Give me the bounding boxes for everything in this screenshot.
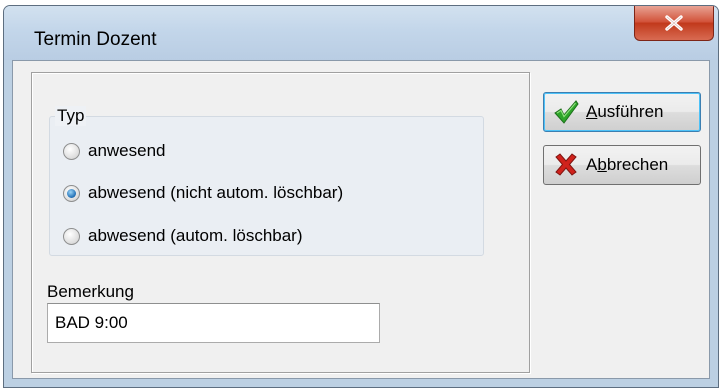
cancel-accel-key: b <box>597 155 607 174</box>
radio-selected-dot <box>67 188 76 198</box>
radio-label: abwesend (autom. löschbar) <box>88 226 303 245</box>
radio-label: abwesend (nicht autom. löschbar) <box>88 183 344 202</box>
cancel-button-label: Abbrechen <box>586 155 668 175</box>
execute-label-rest: usführen <box>597 102 664 121</box>
bemerkung-input[interactable] <box>47 303 380 343</box>
radio-label: anwesend <box>88 141 166 160</box>
dialog-window: Termin Dozent Typ anwesend abwesend (nic… <box>3 5 719 388</box>
close-button[interactable] <box>634 6 714 41</box>
checkmark-icon <box>554 100 579 124</box>
cross-icon <box>555 153 577 176</box>
bemerkung-label: Bemerkung <box>47 282 134 301</box>
window-title: Termin Dozent <box>34 29 157 50</box>
execute-button-label: Ausführen <box>586 102 664 122</box>
radio-button-checked[interactable] <box>63 184 80 202</box>
execute-accel-key: A <box>586 102 598 121</box>
cancel-label-rest: brechen <box>606 155 669 174</box>
radio-abwesend-loeschbar[interactable]: abwesend (autom. löschbar) <box>63 226 303 246</box>
radio-anwesend[interactable]: anwesend <box>63 141 166 161</box>
radio-button-unchecked[interactable] <box>63 227 80 245</box>
cancel-button[interactable]: Abbrechen <box>543 145 701 185</box>
cancel-label-pre: A <box>586 155 598 174</box>
close-icon <box>665 14 683 31</box>
typ-group-legend: Typ <box>55 106 87 126</box>
dialog-client-area: Typ anwesend abwesend (nicht autom. lösc… <box>12 60 710 379</box>
radio-abwesend-nicht-loeschbar[interactable]: abwesend (nicht autom. löschbar) <box>63 183 343 203</box>
radio-button-unchecked[interactable] <box>63 142 80 160</box>
title-bar[interactable]: Termin Dozent <box>4 6 718 60</box>
execute-button[interactable]: Ausführen <box>543 92 701 132</box>
